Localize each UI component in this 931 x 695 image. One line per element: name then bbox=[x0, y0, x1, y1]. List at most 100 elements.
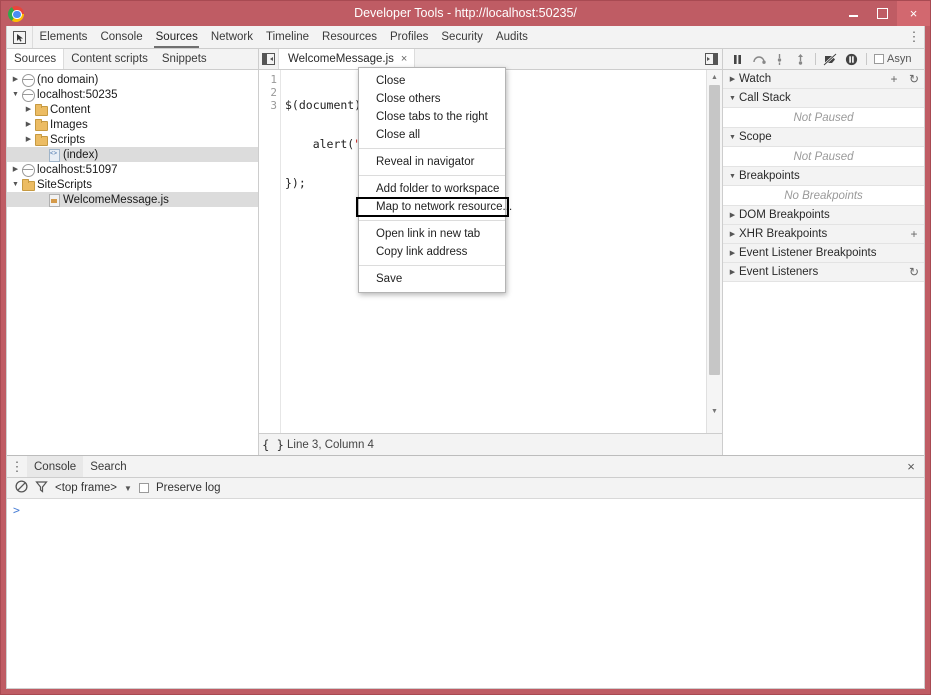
drawer-close-icon[interactable]: × bbox=[898, 456, 924, 477]
tab-sources[interactable]: Sources bbox=[149, 26, 204, 48]
filter-icon[interactable] bbox=[35, 480, 48, 496]
menu-item-close-tabs-to-the-right[interactable]: Close tabs to the right bbox=[359, 108, 505, 126]
twisty-icon[interactable]: ▶ bbox=[726, 211, 739, 219]
pause-on-exceptions-icon[interactable] bbox=[842, 50, 861, 69]
menu-item-map-to-network-resource[interactable]: Map to network resource... bbox=[359, 198, 512, 216]
drawer-tab-search[interactable]: Search bbox=[83, 456, 133, 477]
pretty-print-icon[interactable]: { } bbox=[259, 438, 287, 452]
tab-resources[interactable]: Resources bbox=[316, 26, 384, 48]
subtab-sources[interactable]: Sources bbox=[7, 49, 65, 69]
show-navigator-icon[interactable] bbox=[259, 49, 279, 69]
twisty-icon[interactable]: ▼ bbox=[726, 134, 739, 141]
menu-item-save[interactable]: Save bbox=[359, 270, 505, 288]
tree-item-index[interactable]: . (index) bbox=[7, 147, 258, 162]
close-icon[interactable]: × bbox=[401, 53, 407, 65]
section-xhr-breakpoints[interactable]: ▶ XHR Breakpoints + bbox=[723, 225, 924, 244]
folder-icon bbox=[34, 133, 48, 146]
twisty-icon[interactable]: ▶ bbox=[726, 230, 739, 238]
step-over-icon[interactable] bbox=[749, 50, 768, 69]
section-watch[interactable]: ▶ Watch + ↻ bbox=[723, 70, 924, 89]
section-dom-breakpoints[interactable]: ▶ DOM Breakpoints bbox=[723, 206, 924, 225]
scrollbar-thumb[interactable] bbox=[709, 85, 720, 375]
drawer-menu-icon[interactable]: ⋮ bbox=[7, 456, 27, 477]
tree-item[interactable]: ▶ Content bbox=[7, 102, 258, 117]
code-line-text: }); bbox=[285, 176, 306, 190]
section-call-stack[interactable]: ▼ Call Stack bbox=[723, 89, 924, 108]
tree-item[interactable]: ▼ SiteScripts bbox=[7, 177, 258, 192]
subtab-snippets[interactable]: Snippets bbox=[155, 49, 214, 69]
tab-security[interactable]: Security bbox=[435, 26, 490, 48]
navigator-pane: Sources Content scripts Snippets ▶ (no d… bbox=[7, 49, 259, 455]
menu-item-close-others[interactable]: Close others bbox=[359, 90, 505, 108]
context-menu[interactable]: Close Close others Close tabs to the rig… bbox=[358, 67, 512, 293]
twisty-icon[interactable]: ▶ bbox=[10, 72, 21, 87]
twisty-icon[interactable]: ▶ bbox=[10, 162, 21, 177]
menu-item-add-folder-to-workspace[interactable]: Add folder to workspace bbox=[359, 180, 505, 198]
show-debugger-icon[interactable] bbox=[700, 49, 722, 69]
console-prompt[interactable]: > bbox=[13, 503, 20, 517]
tab-console[interactable]: Console bbox=[94, 26, 149, 48]
line-number-gutter: 1 2 3 bbox=[259, 70, 281, 433]
twisty-icon[interactable]: ▶ bbox=[726, 268, 739, 276]
add-watch-icon[interactable]: + bbox=[884, 72, 904, 86]
refresh-event-listeners-icon[interactable]: ↻ bbox=[904, 265, 924, 279]
tree-item[interactable]: ▼ localhost:50235 bbox=[7, 87, 258, 102]
menu-item-close[interactable]: Close bbox=[359, 72, 505, 90]
console-output[interactable]: > bbox=[7, 499, 924, 688]
editor-scrollbar[interactable]: ▲ ▼ bbox=[706, 70, 722, 433]
menu-item-close-all[interactable]: Close all bbox=[359, 126, 505, 144]
tree-item-welcomemessage[interactable]: . WelcomeMessage.js bbox=[7, 192, 258, 207]
tab-profiles[interactable]: Profiles bbox=[384, 26, 435, 48]
scroll-up-icon[interactable]: ▲ bbox=[707, 70, 723, 84]
scroll-down-icon[interactable]: ▼ bbox=[707, 404, 723, 418]
deactivate-breakpoints-icon[interactable] bbox=[821, 50, 840, 69]
pause-icon[interactable] bbox=[728, 50, 747, 69]
add-xhr-breakpoint-icon[interactable]: + bbox=[904, 227, 924, 241]
twisty-icon[interactable]: ▶ bbox=[23, 132, 34, 147]
section-scope[interactable]: ▼ Scope bbox=[723, 128, 924, 147]
twisty-icon[interactable]: ▼ bbox=[726, 173, 739, 180]
subtab-content-scripts[interactable]: Content scripts bbox=[64, 49, 155, 69]
tab-audits[interactable]: Audits bbox=[489, 26, 534, 48]
menu-item-reveal-in-navigator[interactable]: Reveal in navigator bbox=[359, 153, 505, 171]
refresh-watch-icon[interactable]: ↻ bbox=[904, 72, 924, 86]
line-number: 3 bbox=[270, 99, 277, 112]
tab-network[interactable]: Network bbox=[204, 26, 259, 48]
tree-item[interactable]: ▶ Images bbox=[7, 117, 258, 132]
chevron-down-icon[interactable]: ▼ bbox=[124, 484, 132, 493]
folder-icon bbox=[34, 103, 48, 116]
twisty-icon[interactable]: ▶ bbox=[726, 249, 739, 257]
window-controls: × bbox=[839, 1, 930, 26]
section-event-listeners[interactable]: ▶ Event Listeners ↻ bbox=[723, 263, 924, 282]
twisty-icon[interactable]: ▶ bbox=[726, 75, 739, 83]
preserve-log-checkbox[interactable] bbox=[138, 483, 149, 493]
inspect-element-icon[interactable] bbox=[7, 26, 33, 48]
tree-item-label: (no domain) bbox=[37, 73, 99, 86]
twisty-icon[interactable]: ▼ bbox=[726, 95, 739, 102]
drawer-tab-console[interactable]: Console bbox=[27, 456, 84, 477]
async-checkbox[interactable] bbox=[874, 54, 884, 64]
section-event-listener-breakpoints[interactable]: ▶ Event Listener Breakpoints bbox=[723, 244, 924, 263]
file-tab-welcomemessage[interactable]: WelcomeMessage.js × bbox=[279, 49, 416, 69]
more-options-icon[interactable]: ⋮ bbox=[904, 26, 924, 48]
tree-item[interactable]: ▶ localhost:51097 bbox=[7, 162, 258, 177]
clear-console-icon[interactable] bbox=[15, 480, 28, 496]
minimize-button[interactable] bbox=[839, 1, 868, 26]
tab-elements[interactable]: Elements bbox=[33, 26, 94, 48]
menu-item-open-link-in-new-tab[interactable]: Open link in new tab bbox=[359, 225, 505, 243]
tree-item[interactable]: ▶ (no domain) bbox=[7, 72, 258, 87]
frame-selector[interactable]: <top frame> bbox=[55, 482, 117, 494]
close-button[interactable]: × bbox=[897, 1, 930, 26]
step-into-icon[interactable] bbox=[770, 50, 789, 69]
section-breakpoints[interactable]: ▼ Breakpoints bbox=[723, 167, 924, 186]
tree-item[interactable]: ▶ Scripts bbox=[7, 132, 258, 147]
step-out-icon[interactable] bbox=[791, 50, 810, 69]
twisty-icon[interactable]: ▶ bbox=[23, 117, 34, 132]
async-checkbox-group[interactable]: Asyn bbox=[874, 53, 911, 65]
twisty-icon[interactable]: ▼ bbox=[10, 177, 21, 192]
twisty-icon[interactable]: ▼ bbox=[10, 87, 21, 102]
twisty-icon[interactable]: ▶ bbox=[23, 102, 34, 117]
maximize-button[interactable] bbox=[868, 1, 897, 26]
menu-item-copy-link-address[interactable]: Copy link address bbox=[359, 243, 505, 261]
tab-timeline[interactable]: Timeline bbox=[260, 26, 316, 48]
